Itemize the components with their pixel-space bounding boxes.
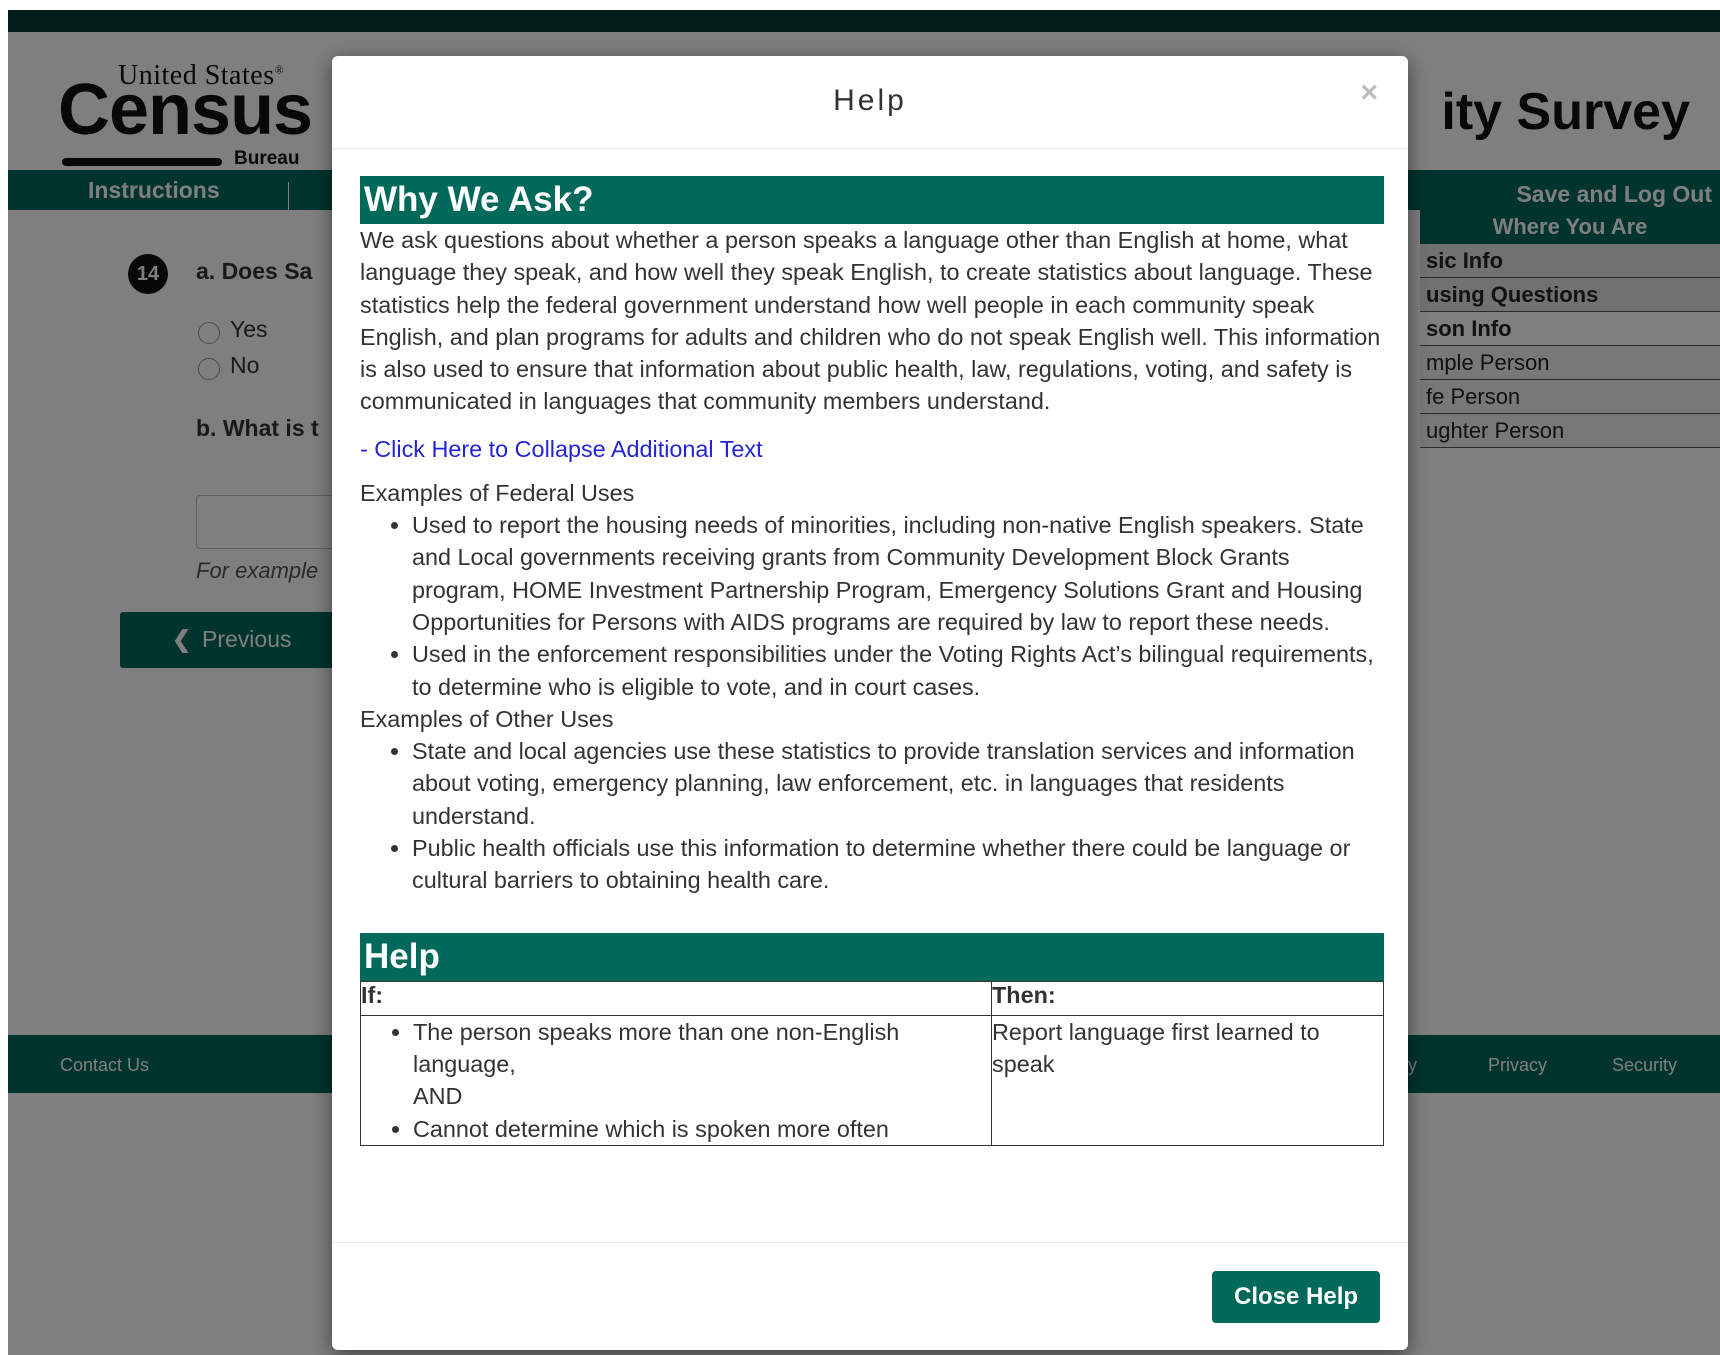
- table-row: The person speaks more than one non-Engl…: [360, 1014, 1384, 1146]
- then-column-header: Then:: [991, 980, 1384, 1016]
- other-uses-heading: Examples of Other Uses: [360, 705, 614, 732]
- list-item: State and local agencies use these stati…: [412, 735, 1384, 832]
- close-icon[interactable]: ×: [1360, 76, 1378, 110]
- why-we-ask-heading: Why We Ask?: [360, 176, 1384, 224]
- collapse-additional-text-link[interactable]: - Click Here to Collapse Additional Text: [360, 436, 1384, 463]
- help-table: If: Then: The person speaks more than on…: [360, 980, 1384, 1146]
- federal-uses-heading: Examples of Federal Uses: [360, 479, 635, 506]
- federal-uses-list: Used to report the housing needs of mino…: [360, 509, 1384, 703]
- list-item: The person speaks more than one non-Engl…: [413, 1016, 991, 1113]
- top-strip: [0, 0, 1720, 10]
- and-label: AND: [413, 1083, 463, 1110]
- modal-footer: Close Help: [332, 1242, 1408, 1350]
- help-heading: Help: [360, 932, 1384, 981]
- modal-title: Help: [833, 84, 907, 117]
- list-item: Cannot determine which is spoken more of…: [413, 1113, 991, 1145]
- list-item: Used to report the housing needs of mino…: [412, 509, 1384, 638]
- if-cell: The person speaks more than one non-Engl…: [360, 1014, 992, 1146]
- other-uses-list: State and local agencies use these stati…: [360, 735, 1384, 896]
- if-condition-1: The person speaks more than one non-Engl…: [413, 1018, 900, 1077]
- help-modal: Help × Why We Ask? We ask questions abou…: [332, 56, 1408, 1350]
- if-column-header: If:: [360, 980, 992, 1016]
- list-item: Used in the enforcement responsibilities…: [412, 638, 1384, 703]
- then-cell: Report language first learned to speak: [991, 1014, 1384, 1146]
- table-header-row: If: Then:: [360, 980, 1384, 1016]
- close-help-button[interactable]: Close Help: [1212, 1271, 1380, 1323]
- modal-body: Why We Ask? We ask questions about wheth…: [360, 176, 1384, 1146]
- why-we-ask-text: We ask questions about whether a person …: [360, 227, 1381, 415]
- modal-header: Help ×: [332, 56, 1408, 149]
- list-item: Public health officials use this informa…: [412, 832, 1384, 897]
